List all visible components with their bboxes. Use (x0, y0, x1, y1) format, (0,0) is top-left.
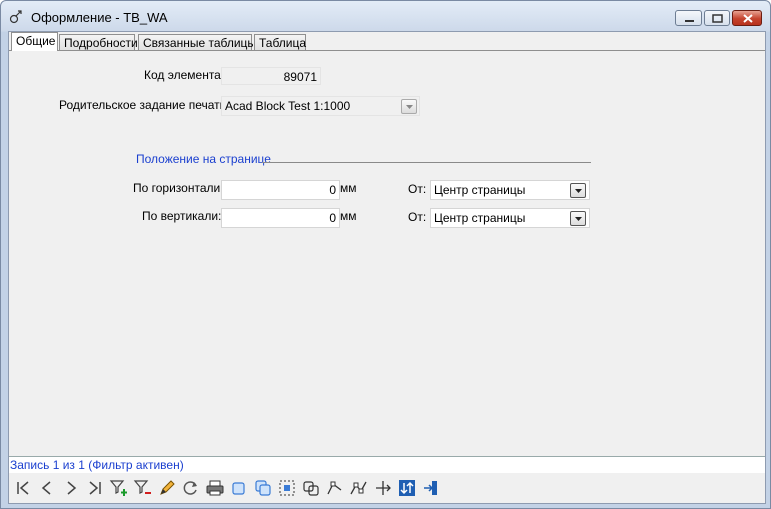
node-button[interactable] (325, 478, 345, 498)
vertical-input[interactable]: 0 (221, 208, 340, 228)
move-icon (376, 481, 391, 495)
horizontal-from-label: От: (408, 182, 427, 196)
refresh-button[interactable] (181, 478, 201, 498)
print-button[interactable] (205, 478, 225, 498)
vertical-from-label: От: (408, 210, 427, 224)
chevron-down-icon (575, 217, 582, 221)
print-icon (206, 480, 224, 496)
previous-record-icon (41, 481, 51, 495)
parent-job-label: Родительское задание печати: (59, 98, 230, 112)
tab-related-tables[interactable]: Связанные таблицы (138, 34, 256, 50)
select-icon (279, 480, 295, 496)
close-icon (743, 14, 753, 23)
copy-button[interactable] (253, 478, 273, 498)
title-bar: Оформление - TB_WA (1, 1, 770, 31)
next-record-button[interactable] (61, 478, 81, 498)
remove-filter-icon (133, 480, 151, 494)
element-code-label: Код элемента: (144, 68, 225, 82)
combine-icon (303, 481, 319, 496)
parent-job-combo[interactable]: Acad Block Test 1:1000 (221, 96, 420, 116)
first-record-button[interactable] (13, 478, 33, 498)
maximize-button[interactable] (704, 10, 730, 26)
minimize-button[interactable] (675, 10, 702, 26)
node-icon (327, 481, 342, 495)
vertical-from-combo[interactable]: Центр страницы (430, 208, 590, 228)
add-filter-icon (109, 480, 127, 496)
vertical-unit: мм (340, 209, 357, 223)
edit-button[interactable] (157, 478, 177, 498)
tab-general[interactable]: Общие (11, 32, 58, 51)
add-filter-button[interactable] (109, 478, 129, 498)
move-button[interactable] (373, 478, 393, 498)
position-group-title: Положение на странице (136, 152, 271, 166)
previous-record-button[interactable] (37, 478, 57, 498)
horizontal-unit: мм (340, 181, 357, 195)
layer-button[interactable] (229, 478, 249, 498)
layer-icon (232, 482, 245, 495)
chevron-down-icon (406, 105, 413, 109)
minimize-icon (685, 20, 694, 22)
horizontal-label: По горизонтали: (133, 181, 224, 195)
first-record-icon (17, 481, 29, 495)
horizontal-from-combo[interactable]: Центр страницы (430, 180, 590, 200)
window-title: Оформление - TB_WA (31, 10, 168, 25)
combine-button[interactable] (301, 478, 321, 498)
tab-details[interactable]: Подробности (59, 34, 138, 50)
maximize-icon (712, 14, 723, 23)
exit-button[interactable] (421, 478, 441, 498)
group-divider (262, 162, 591, 163)
multi-node-button[interactable] (349, 478, 369, 498)
parent-job-dropdown-button[interactable] (401, 99, 417, 114)
vertical-from-dropdown-button[interactable] (570, 211, 586, 226)
tab-panel-general: Код элемента: 89071 Родительское задание… (9, 50, 765, 457)
main-window: Оформление - TB_WA Общие Подробности Свя… (0, 0, 771, 509)
tab-table[interactable]: Таблица (254, 34, 306, 50)
exit-icon (424, 481, 437, 495)
close-button[interactable] (732, 10, 762, 26)
last-record-icon (89, 481, 101, 495)
sort-button[interactable] (397, 478, 417, 498)
select-button[interactable] (277, 478, 297, 498)
record-toolbar (9, 473, 765, 503)
vertical-label: По вертикали: (142, 209, 222, 223)
copy-icon (255, 480, 271, 496)
chevron-down-icon (575, 189, 582, 193)
refresh-icon (183, 481, 197, 495)
status-bar: Запись 1 из 1 (Фильтр активен) (9, 456, 765, 473)
record-status: Запись 1 из 1 (Фильтр активен) (10, 458, 184, 472)
horizontal-input[interactable]: 0 (221, 180, 340, 200)
next-record-icon (67, 481, 77, 495)
last-record-button[interactable] (85, 478, 105, 498)
app-icon (9, 10, 22, 24)
multi-node-icon (350, 481, 367, 495)
sort-icon (399, 480, 415, 496)
horizontal-from-dropdown-button[interactable] (570, 183, 586, 198)
edit-icon (160, 480, 175, 495)
client-area: Общие Подробности Связанные таблицы Табл… (8, 31, 766, 504)
element-code-field: 89071 (221, 67, 321, 85)
remove-filter-button[interactable] (133, 478, 153, 498)
